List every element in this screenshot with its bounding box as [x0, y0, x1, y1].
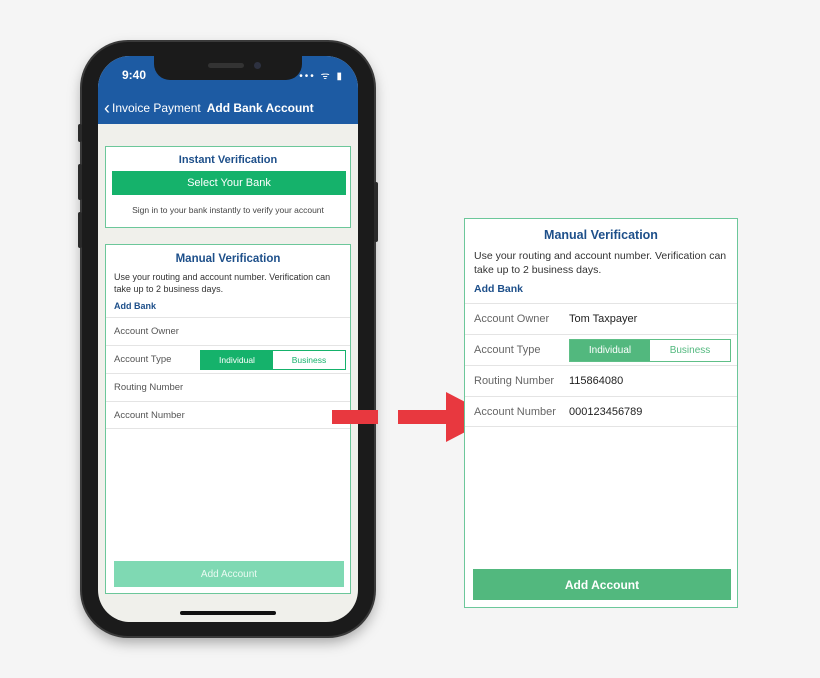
manual-verification-card: Manual Verification Use your routing and…: [105, 244, 351, 594]
back-label: Invoice Payment: [112, 101, 201, 115]
account-type-business[interactable]: Business: [273, 351, 345, 369]
signal-wifi-battery-icon: ••• ᯤ ▮: [299, 71, 344, 82]
manual-verification-description: Use your routing and account number. Ver…: [114, 272, 331, 294]
add-account-button-disabled[interactable]: Add Account: [114, 561, 344, 587]
panel-account-type-segmented-control: Individual Business: [569, 339, 731, 362]
panel-account-number-label: Account Number: [474, 405, 556, 418]
filled-manual-verification-panel: Manual Verification Use your routing and…: [464, 218, 738, 608]
panel-add-account-button[interactable]: Add Account: [473, 569, 731, 600]
panel-account-type-business[interactable]: Business: [650, 340, 730, 361]
panel-account-type-individual[interactable]: Individual: [570, 340, 650, 361]
account-owner-label: Account Owner: [114, 326, 179, 337]
volume-up-button: [78, 164, 82, 200]
panel-account-owner-value: Tom Taxpayer: [569, 313, 638, 325]
panel-add-bank-link[interactable]: Add Bank: [474, 283, 737, 295]
phone-mockup: 9:40 ••• ᯤ ▮ ‹ Invoice Payment Add Bank …: [78, 42, 378, 636]
account-type-row: Account Type Individual Business: [106, 345, 350, 373]
panel-routing-number-value: 115864080: [569, 375, 624, 387]
account-type-individual[interactable]: Individual: [201, 351, 273, 369]
panel-account-number-value: 000123456789: [569, 405, 643, 418]
manual-verification-title: Manual Verification: [175, 253, 281, 265]
status-time: 9:40: [122, 68, 147, 82]
camera: [254, 62, 261, 69]
power-button: [374, 182, 378, 242]
home-indicator: [180, 611, 276, 615]
add-bank-link[interactable]: Add Bank: [114, 301, 350, 311]
routing-number-label: Routing Number: [114, 382, 184, 393]
arrow-dash-2: [398, 410, 448, 424]
panel-form-rows: Account Owner Tom Taxpayer Account Type …: [465, 303, 737, 427]
account-type-label: Account Type: [114, 354, 172, 365]
panel-routing-number-field[interactable]: Routing Number 115864080: [465, 365, 737, 396]
account-type-segmented-control: Individual Business: [200, 350, 346, 370]
instant-verification-card: Instant Verification Select Your Bank Si…: [105, 146, 351, 228]
instant-verification-title: Instant Verification: [178, 154, 278, 166]
arrow-dash-1: [332, 410, 378, 424]
back-button[interactable]: ‹ Invoice Payment: [104, 99, 201, 117]
panel-routing-number-label: Routing Number: [474, 375, 555, 387]
routing-number-field[interactable]: Routing Number: [106, 373, 350, 401]
chevron-left-icon: ‹: [104, 98, 110, 118]
page-title: Add Bank Account: [206, 101, 314, 115]
phone-screen: 9:40 ••• ᯤ ▮ ‹ Invoice Payment Add Bank …: [98, 56, 358, 622]
instant-verification-note: Sign in to your bank instantly to verify…: [132, 205, 324, 215]
volume-down-button: [78, 212, 82, 248]
panel-account-type-row: Account Type Individual Business: [465, 334, 737, 365]
account-number-label: Account Number: [114, 409, 185, 421]
panel-description: Use your routing and account number. Ver…: [474, 250, 727, 276]
nav-bar: ‹ Invoice Payment Add Bank Account: [98, 92, 358, 124]
panel-title: Manual Verification: [544, 228, 658, 242]
panel-account-owner-label: Account Owner: [474, 313, 550, 325]
panel-account-owner-field[interactable]: Account Owner Tom Taxpayer: [465, 303, 737, 334]
notch: [154, 56, 302, 80]
account-owner-field[interactable]: Account Owner: [106, 317, 350, 345]
speaker: [208, 63, 244, 68]
account-number-field[interactable]: Account Number: [106, 401, 350, 429]
panel-account-number-field[interactable]: Account Number 000123456789: [465, 396, 737, 427]
select-your-bank-button[interactable]: Select Your Bank: [112, 171, 346, 195]
mute-switch: [78, 124, 82, 142]
panel-account-type-label: Account Type: [474, 344, 541, 356]
